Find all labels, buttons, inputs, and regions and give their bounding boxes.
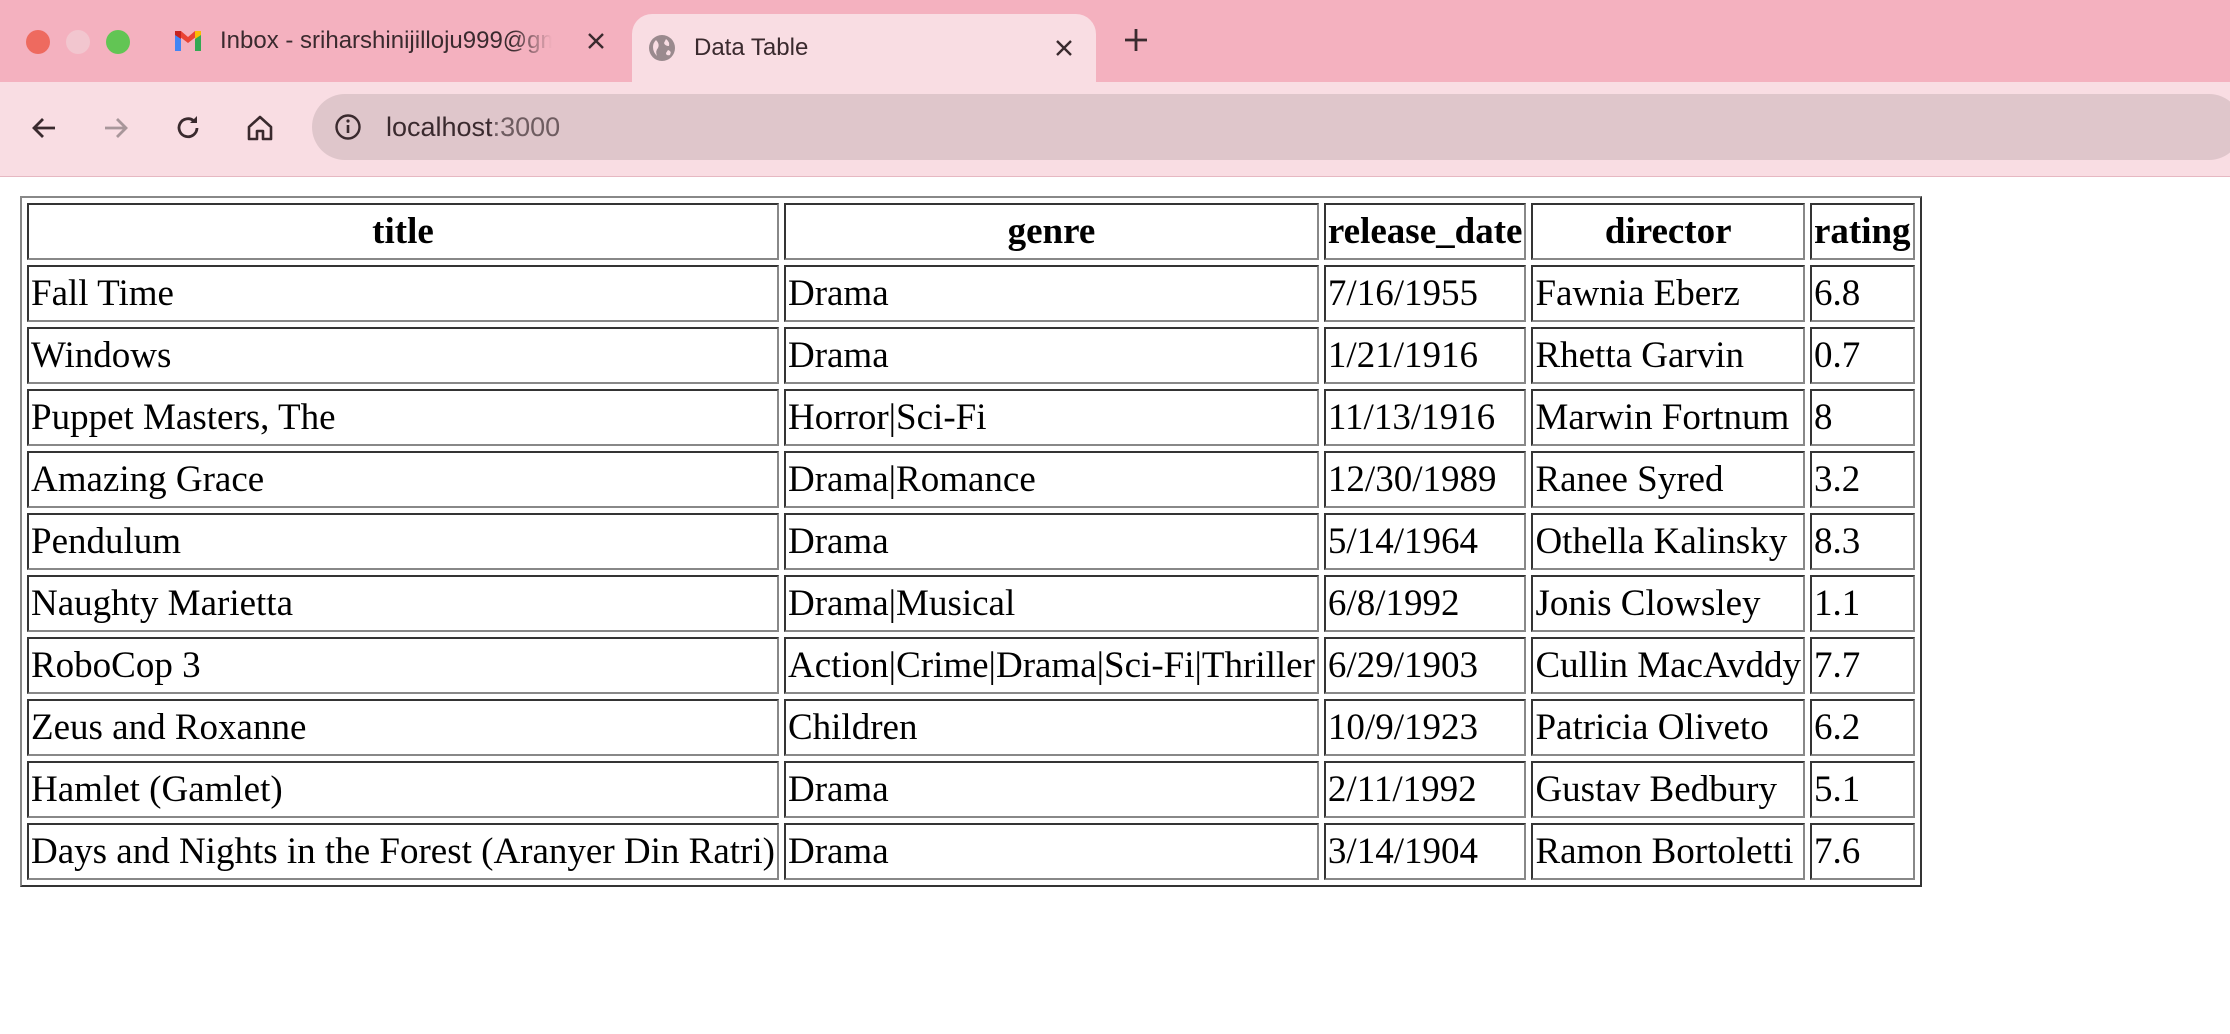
column-header-release-date: release_date (1323, 203, 1527, 260)
cell-director: Cullin MacAvddy (1531, 637, 1805, 694)
table-row: Fall Time Drama 7/16/1955 Fawnia Eberz 6… (27, 265, 1915, 322)
arrow-right-icon (105, 118, 128, 138)
cell-title: Pendulum (27, 513, 779, 570)
table-row: Zeus and Roxanne Children 10/9/1923 Patr… (27, 699, 1915, 756)
home-icon (247, 115, 273, 141)
cell-rating: 8.3 (1809, 513, 1915, 570)
home-button[interactable] (236, 104, 284, 152)
gmail-icon (172, 25, 204, 57)
window-maximize-button[interactable] (106, 30, 130, 54)
table-row: RoboCop 3 Action|Crime|Drama|Sci-Fi|Thri… (27, 637, 1915, 694)
cell-release-date: 1/21/1916 (1323, 327, 1527, 384)
tab-inbox[interactable]: Inbox - sriharshinijilloju999@gmail.com (158, 0, 628, 82)
cell-genre: Drama (783, 513, 1319, 570)
cell-rating: 5.1 (1809, 761, 1915, 818)
reload-icon (177, 116, 199, 139)
cell-title: Windows (27, 327, 779, 384)
cell-director: Rhetta Garvin (1531, 327, 1805, 384)
back-button[interactable] (20, 104, 68, 152)
site-info-icon[interactable] (332, 111, 364, 143)
window-close-button[interactable] (26, 30, 50, 54)
cell-title: Naughty Marietta (27, 575, 779, 632)
cell-release-date: 12/30/1989 (1323, 451, 1527, 508)
cell-rating: 8 (1809, 389, 1915, 446)
cell-release-date: 7/16/1955 (1323, 265, 1527, 322)
cell-release-date: 6/8/1992 (1323, 575, 1527, 632)
cell-title: Fall Time (27, 265, 779, 322)
cell-director: Ramon Bortoletti (1531, 823, 1805, 880)
globe-icon (646, 32, 678, 64)
cell-genre: Drama (783, 327, 1319, 384)
data-table: title genre release_date director rating… (20, 196, 1922, 887)
cell-release-date: 11/13/1916 (1323, 389, 1527, 446)
cell-genre: Drama (783, 265, 1319, 322)
cell-rating: 0.7 (1809, 327, 1915, 384)
cell-director: Jonis Clowsley (1531, 575, 1805, 632)
plus-icon (1125, 29, 1147, 51)
cell-title: Amazing Grace (27, 451, 779, 508)
url-text[interactable]: localhost:3000 (386, 111, 560, 143)
new-tab-button[interactable] (1118, 22, 1154, 58)
column-header-rating: rating (1809, 203, 1915, 260)
reload-button[interactable] (164, 104, 212, 152)
table-row: Days and Nights in the Forest (Aranyer D… (27, 823, 1915, 880)
cell-genre: Drama|Romance (783, 451, 1319, 508)
table-row: Windows Drama 1/21/1916 Rhetta Garvin 0.… (27, 327, 1915, 384)
cell-title: Zeus and Roxanne (27, 699, 779, 756)
cell-director: Othella Kalinsky (1531, 513, 1805, 570)
cell-release-date: 2/11/1992 (1323, 761, 1527, 818)
cell-rating: 7.7 (1809, 637, 1915, 694)
table-row: Puppet Masters, The Horror|Sci-Fi 11/13/… (27, 389, 1915, 446)
tab-strip: Inbox - sriharshinijilloju999@gmail.com … (0, 0, 2230, 82)
cell-rating: 6.8 (1809, 265, 1915, 322)
cell-genre: Horror|Sci-Fi (783, 389, 1319, 446)
cell-title: Hamlet (Gamlet) (27, 761, 779, 818)
address-bar[interactable]: localhost:3000 (312, 94, 2230, 160)
column-header-director: director (1531, 203, 1805, 260)
cell-genre: Drama (783, 761, 1319, 818)
column-header-genre: genre (783, 203, 1319, 260)
window-minimize-button[interactable] (66, 30, 90, 54)
cell-director: Marwin Fortnum (1531, 389, 1805, 446)
cell-title: Puppet Masters, The (27, 389, 779, 446)
url-host: localhost (386, 112, 493, 142)
table-row: Pendulum Drama 5/14/1964 Othella Kalinsk… (27, 513, 1915, 570)
cell-director: Fawnia Eberz (1531, 265, 1805, 322)
cell-director: Ranee Syred (1531, 451, 1805, 508)
cell-rating: 3.2 (1809, 451, 1915, 508)
url-port: :3000 (492, 112, 561, 142)
tab-label: Data Table (694, 34, 809, 61)
arrow-left-icon (32, 118, 55, 138)
tab-data-table[interactable]: Data Table (632, 14, 1096, 82)
tab-label: Inbox - sriharshinijilloju999@gmail.com (220, 27, 552, 54)
cell-genre: Drama (783, 823, 1319, 880)
table-row: Hamlet (Gamlet) Drama 2/11/1992 Gustav B… (27, 761, 1915, 818)
forward-button[interactable] (92, 104, 140, 152)
close-tab-icon[interactable] (1050, 34, 1078, 62)
page-content: title genre release_date director rating… (20, 196, 1922, 887)
close-tab-icon[interactable] (582, 27, 610, 55)
cell-genre: Children (783, 699, 1319, 756)
cell-release-date: 10/9/1923 (1323, 699, 1527, 756)
cell-release-date: 5/14/1964 (1323, 513, 1527, 570)
browser-toolbar: localhost:3000 (0, 82, 2230, 177)
cell-genre: Action|Crime|Drama|Sci-Fi|Thriller (783, 637, 1319, 694)
cell-director: Patricia Oliveto (1531, 699, 1805, 756)
cell-genre: Drama|Musical (783, 575, 1319, 632)
column-header-title: title (27, 203, 779, 260)
cell-title: Days and Nights in the Forest (Aranyer D… (27, 823, 779, 880)
cell-director: Gustav Bedbury (1531, 761, 1805, 818)
cell-title: RoboCop 3 (27, 637, 779, 694)
table-row: Amazing Grace Drama|Romance 12/30/1989 R… (27, 451, 1915, 508)
cell-rating: 7.6 (1809, 823, 1915, 880)
cell-rating: 6.2 (1809, 699, 1915, 756)
table-header-row: title genre release_date director rating (27, 203, 1915, 260)
cell-rating: 1.1 (1809, 575, 1915, 632)
cell-release-date: 6/29/1903 (1323, 637, 1527, 694)
cell-release-date: 3/14/1904 (1323, 823, 1527, 880)
table-row: Naughty Marietta Drama|Musical 6/8/1992 … (27, 575, 1915, 632)
